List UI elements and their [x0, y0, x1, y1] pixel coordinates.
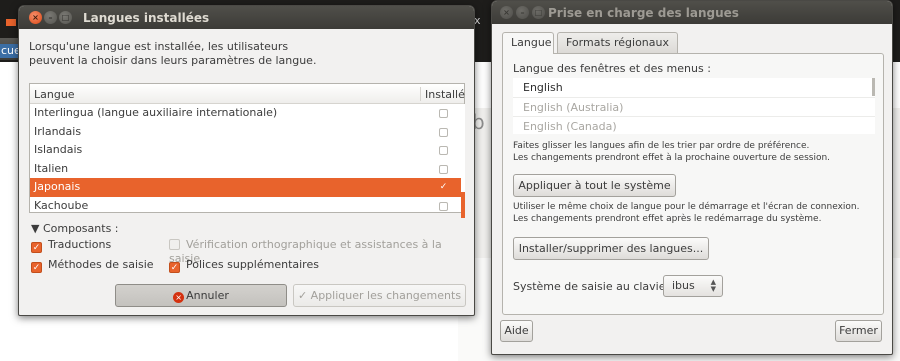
scrollbar-thumb[interactable]	[461, 192, 465, 218]
close-window-icon[interactable]: ×	[29, 11, 42, 24]
login-hint-line2: Les changements prendront effet après le…	[513, 214, 822, 224]
maximize-window-icon[interactable]: □	[532, 6, 545, 19]
column-header-language[interactable]: Langue	[34, 88, 75, 101]
language-rows: Interlingua (langue auxiliaire internati…	[30, 104, 464, 215]
tab-language[interactable]: Langue	[502, 32, 554, 54]
close-button[interactable]: Fermer	[835, 320, 882, 342]
installed-checkbox[interactable]	[439, 164, 448, 174]
installed-checkbox[interactable]	[439, 127, 448, 137]
components-label: Composants :	[42, 222, 119, 235]
titlebar: × – □ Langues installées	[19, 6, 474, 29]
close-window-icon[interactable]: ×	[500, 6, 513, 19]
language-tab-panel: Langue des fenêtres et des menus : Engli…	[502, 53, 884, 315]
checkmark-icon: ✓	[31, 242, 42, 253]
tab-regional-formats[interactable]: Formats régionaux	[557, 32, 679, 53]
installed-checkbox[interactable]	[439, 146, 448, 155]
language-support-window: × – □ Prise en charge des langues Langue…	[491, 0, 893, 355]
window-title: Langues installées	[83, 11, 210, 25]
input-methods-label: Méthodes de saisie	[48, 258, 154, 271]
language-name: Japonais	[34, 180, 81, 193]
cancel-label: Annuler	[186, 289, 229, 302]
table-row[interactable]: Interlingua (langue auxiliaire internati…	[30, 104, 464, 123]
scrollbar[interactable]	[872, 78, 875, 96]
installed-checkbox[interactable]	[439, 201, 448, 211]
cancel-icon: ×	[173, 292, 185, 303]
intro-line2: peuvent la choisir dans leurs paramètres…	[29, 54, 317, 67]
list-item[interactable]: English (Australia)	[513, 98, 875, 117]
apply-label: Appliquer les changements	[310, 289, 462, 302]
language-name: Islandais	[34, 143, 83, 156]
table-row[interactable]: Japonais ✓	[30, 178, 464, 197]
components-expander[interactable]: ▼ Composants :	[31, 222, 119, 235]
help-button[interactable]: Aide	[500, 320, 533, 342]
minimize-window-icon[interactable]: –	[44, 11, 57, 24]
apply-system-wide-button[interactable]: Appliquer à tout le système	[513, 174, 676, 197]
extra-fonts-checkbox[interactable]: ✓ Polices supplémentaires	[169, 258, 319, 273]
login-hint-line1: Utiliser le même choix de langue pour le…	[513, 202, 860, 212]
checkbox-box	[169, 239, 180, 250]
apply-check-icon: ✓	[297, 289, 308, 302]
drag-hint-line1: Faites glisser les langues afin de les t…	[513, 141, 810, 151]
installed-checkbox[interactable]	[439, 109, 448, 118]
list-item[interactable]: English (Canada)	[513, 117, 875, 134]
apply-changes-button[interactable]: ✓ Appliquer les changements	[293, 284, 466, 307]
language-name: Kachoube	[34, 198, 89, 212]
input-methods-checkbox[interactable]: ✓ Méthodes de saisie	[31, 258, 154, 273]
checkmark-icon: ✓	[31, 262, 42, 273]
intro-text: Lorsqu'une langue est installée, les uti…	[29, 40, 316, 68]
menu-language-list[interactable]: English English (Australia) English (Can…	[513, 78, 875, 134]
checkmark-icon: ✓	[169, 262, 180, 273]
folder-icon	[6, 19, 16, 26]
install-remove-languages-button[interactable]: Installer/supprimer des langues...	[513, 237, 709, 260]
extra-fonts-label: Polices supplémentaires	[186, 258, 319, 271]
language-list[interactable]: Langue Installé Interlingua (langue auxi…	[29, 83, 465, 218]
table-row[interactable]: Italien	[30, 160, 464, 179]
maximize-window-icon[interactable]: □	[59, 11, 72, 24]
list-item[interactable]: English	[513, 78, 875, 98]
keyboard-input-label: Système de saisie au clavier :	[513, 280, 678, 293]
language-name: Italien	[34, 161, 69, 175]
installed-checkbox[interactable]: ✓	[439, 183, 448, 192]
minimize-window-icon[interactable]: –	[516, 6, 529, 19]
translations-label: Traductions	[48, 238, 112, 251]
expander-triangle-icon: ▼	[31, 222, 40, 235]
titlebar: × – □ Prise en charge des langues	[492, 1, 892, 24]
installed-languages-window: × – □ Langues installées Lorsqu'une lang…	[18, 5, 475, 316]
column-header-installed[interactable]: Installé	[420, 87, 465, 101]
list-header: Langue Installé	[30, 84, 465, 104]
updown-arrows-icon: ▲ ▼	[710, 278, 716, 293]
keyboard-input-select[interactable]: ibus ▲ ▼	[663, 275, 723, 297]
window-title: Prise en charge des langues	[548, 6, 739, 20]
table-row[interactable]: Kachoube	[30, 197, 464, 216]
keyboard-input-value: ibus	[672, 279, 695, 292]
menu-language-label: Langue des fenêtres et des menus :	[513, 62, 711, 75]
table-row[interactable]: Islandais	[30, 141, 464, 160]
intro-line1: Lorsqu'une langue est installée, les uti…	[29, 40, 289, 53]
language-name: Irlandais	[34, 124, 82, 138]
drag-hint-line2: Les changements prendront effet à la pro…	[513, 153, 831, 163]
spellcheck-checkbox[interactable]: Vérification orthographique et assistanc…	[169, 238, 474, 265]
table-row[interactable]: Irlandais	[30, 123, 464, 142]
cancel-button[interactable]: × Annuler	[115, 284, 287, 307]
translations-checkbox[interactable]: ✓ Traductions	[31, 238, 112, 253]
language-name: Interlingua (langue auxiliaire internati…	[34, 106, 278, 119]
